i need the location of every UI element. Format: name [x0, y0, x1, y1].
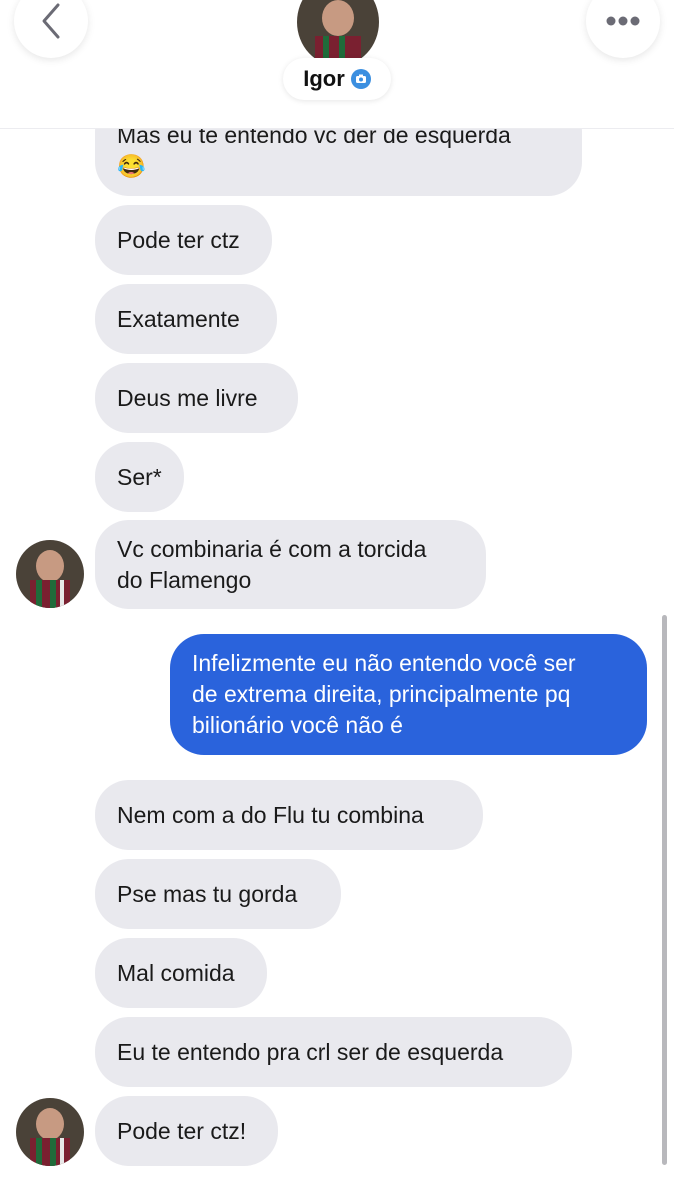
avatar-photo-icon — [16, 1098, 84, 1166]
message-text: Pode ter ctz! — [117, 1117, 247, 1144]
message-text: Eu te entendo pra crl ser de esquerda — [117, 1038, 504, 1065]
message-text: Ser* — [117, 463, 162, 490]
message-bubble-incoming[interactable]: Pode ter ctz! — [95, 1096, 278, 1166]
message-bubble-incoming[interactable]: Exatamente — [95, 284, 277, 354]
message-bubble-incoming[interactable]: Ser* — [95, 442, 184, 512]
message-text: Pse mas tu gorda — [117, 880, 298, 907]
message-bubble-incoming[interactable]: Vc combinaria é com a torcida do Flameng… — [95, 520, 486, 609]
scrollbar[interactable] — [662, 615, 667, 1165]
message-text: Vc combinaria é com a torcida do Flameng… — [117, 535, 427, 593]
message-bubble-incoming[interactable]: Deus me livre — [95, 363, 298, 433]
message-text: Mal comida — [117, 959, 235, 986]
bottom-edge — [0, 1188, 674, 1200]
message-bubble-incoming[interactable]: Pse mas tu gorda — [95, 859, 341, 929]
message-text: Infelizmente eu não entendo você ser de … — [192, 650, 576, 738]
more-dots-icon — [606, 16, 640, 26]
more-options-button[interactable] — [586, 0, 660, 58]
contact-avatar[interactable] — [16, 1098, 84, 1166]
message-bubble-incoming[interactable]: Nem com a do Flu tu combina — [95, 780, 483, 850]
message-text: Pode ter ctz — [117, 226, 240, 253]
message-text: Nem com a do Flu tu combina — [117, 801, 424, 828]
message-text: Deus me livre — [117, 384, 258, 411]
chevron-left-icon — [42, 3, 60, 39]
message-bubble-outgoing[interactable]: Infelizmente eu não entendo você ser de … — [170, 634, 647, 755]
avatar-photo-icon — [297, 0, 379, 66]
message-bubble-incoming[interactable]: Eu te entendo pra crl ser de esquerda — [95, 1017, 572, 1087]
message-bubble-incoming[interactable]: Pode ter ctz — [95, 205, 272, 275]
verified-camera-icon — [350, 69, 371, 89]
contact-name-pill[interactable]: Igor — [283, 58, 391, 100]
contact-avatar[interactable] — [16, 540, 84, 608]
chat-header: Igor — [0, 0, 674, 129]
message-text: Mas eu te entendo vc der de esquerda 😂 — [117, 122, 511, 179]
header-avatar[interactable] — [297, 0, 379, 66]
avatar-photo-icon — [16, 540, 84, 608]
contact-name: Igor — [303, 66, 345, 91]
message-text: Exatamente — [117, 305, 240, 332]
back-button[interactable] — [14, 0, 88, 58]
message-bubble-incoming[interactable]: Mal comida — [95, 938, 267, 1008]
